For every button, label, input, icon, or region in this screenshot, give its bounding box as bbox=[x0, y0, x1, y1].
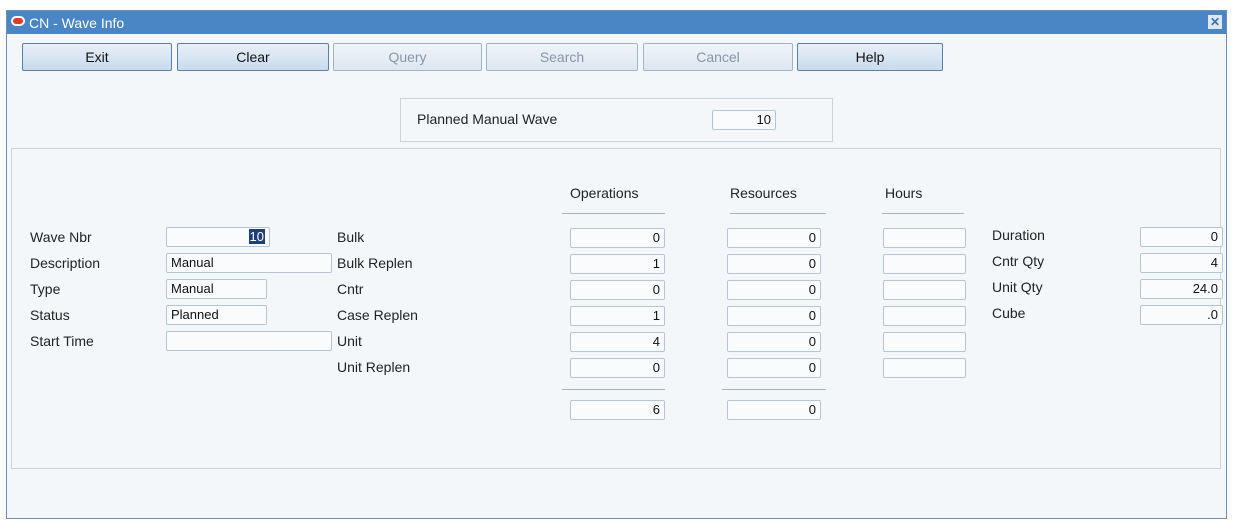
unit-replen-resources-field[interactable]: 0 bbox=[727, 358, 821, 378]
cntr-resources-field[interactable]: 0 bbox=[727, 280, 821, 300]
unit-replen-hours-field[interactable] bbox=[883, 358, 966, 378]
unit-qty-label: Unit Qty bbox=[992, 279, 1043, 295]
wave-nbr-value: 10 bbox=[248, 229, 265, 244]
bulk-hours-field[interactable] bbox=[883, 228, 966, 248]
wave-details-panel: Operations Resources Hours Wave Nbr 10 D… bbox=[11, 148, 1223, 469]
cntr-hours-field[interactable] bbox=[883, 280, 966, 300]
operations-total-field[interactable]: 6 bbox=[570, 400, 665, 420]
wave-nbr-label: Wave Nbr bbox=[30, 229, 92, 245]
row-label-bulk-replen: Bulk Replen bbox=[337, 255, 413, 271]
exit-button[interactable]: Exit bbox=[22, 43, 172, 71]
resources-total-field[interactable]: 0 bbox=[727, 400, 821, 420]
unit-operations-field[interactable]: 4 bbox=[570, 332, 665, 352]
case-replen-resources-field[interactable]: 0 bbox=[727, 306, 821, 326]
operations-header: Operations bbox=[570, 185, 639, 201]
title-bar: CN - Wave Info ✕ bbox=[7, 11, 1226, 34]
row-label-bulk: Bulk bbox=[337, 229, 365, 245]
case-replen-hours-field[interactable] bbox=[883, 306, 966, 326]
close-icon[interactable]: ✕ bbox=[1208, 15, 1222, 29]
wave-nbr-field[interactable]: 10 bbox=[166, 227, 270, 247]
resources-total-line bbox=[722, 389, 826, 390]
cube-field[interactable]: .0 bbox=[1140, 305, 1223, 325]
toolbar: Exit Clear Query Search Cancel Help bbox=[7, 34, 1226, 90]
bulk-replen-resources-field[interactable]: 0 bbox=[727, 254, 821, 274]
cntr-qty-field[interactable]: 4 bbox=[1140, 253, 1223, 273]
cntr-operations-field[interactable]: 0 bbox=[570, 280, 665, 300]
status-label: Status bbox=[30, 307, 70, 323]
window-title: CN - Wave Info bbox=[29, 15, 125, 31]
planned-wave-panel: Planned Manual Wave 10 bbox=[400, 98, 833, 142]
row-label-cntr: Cntr bbox=[337, 281, 364, 297]
bulk-operations-field[interactable]: 0 bbox=[570, 228, 665, 248]
row-label-unit: Unit bbox=[337, 333, 362, 349]
description-field[interactable]: Manual bbox=[166, 253, 332, 273]
row-label-unit-replen: Unit Replen bbox=[337, 359, 411, 375]
unit-resources-field[interactable]: 0 bbox=[727, 332, 821, 352]
query-button[interactable]: Query bbox=[333, 43, 482, 71]
cntr-qty-label: Cntr Qty bbox=[992, 253, 1045, 269]
bulk-replen-hours-field[interactable] bbox=[883, 254, 966, 274]
type-field[interactable]: Manual bbox=[166, 279, 267, 299]
operations-total-line bbox=[562, 389, 665, 390]
clear-button[interactable]: Clear bbox=[177, 43, 329, 71]
unit-qty-field[interactable]: 24.0 bbox=[1140, 279, 1223, 299]
row-label-case-replen: Case Replen bbox=[337, 307, 418, 323]
start-time-label: Start Time bbox=[30, 333, 94, 349]
bulk-resources-field[interactable]: 0 bbox=[727, 228, 821, 248]
help-button[interactable]: Help bbox=[797, 43, 943, 71]
bulk-replen-operations-field[interactable]: 1 bbox=[570, 254, 665, 274]
search-button[interactable]: Search bbox=[486, 43, 638, 71]
cancel-button[interactable]: Cancel bbox=[643, 43, 793, 71]
operations-underline bbox=[562, 213, 665, 214]
description-label: Description bbox=[30, 255, 101, 271]
unit-replen-operations-field[interactable]: 0 bbox=[570, 358, 665, 378]
cube-label: Cube bbox=[992, 305, 1026, 321]
planned-wave-label: Planned Manual Wave bbox=[417, 111, 558, 127]
resources-underline bbox=[730, 213, 826, 214]
hours-underline bbox=[882, 213, 964, 214]
type-label: Type bbox=[30, 281, 61, 297]
resources-header: Resources bbox=[730, 185, 797, 201]
unit-hours-field[interactable] bbox=[883, 332, 966, 352]
duration-label: Duration bbox=[992, 227, 1045, 243]
wave-info-window: CN - Wave Info ✕ Exit Clear Query Search… bbox=[6, 10, 1227, 519]
planned-wave-field[interactable]: 10 bbox=[712, 110, 776, 130]
oracle-logo-icon bbox=[11, 16, 25, 26]
case-replen-operations-field[interactable]: 1 bbox=[570, 306, 665, 326]
duration-field[interactable]: 0 bbox=[1140, 227, 1223, 247]
status-field[interactable]: Planned bbox=[166, 305, 267, 325]
start-time-field[interactable] bbox=[166, 331, 332, 351]
hours-header: Hours bbox=[885, 185, 923, 201]
